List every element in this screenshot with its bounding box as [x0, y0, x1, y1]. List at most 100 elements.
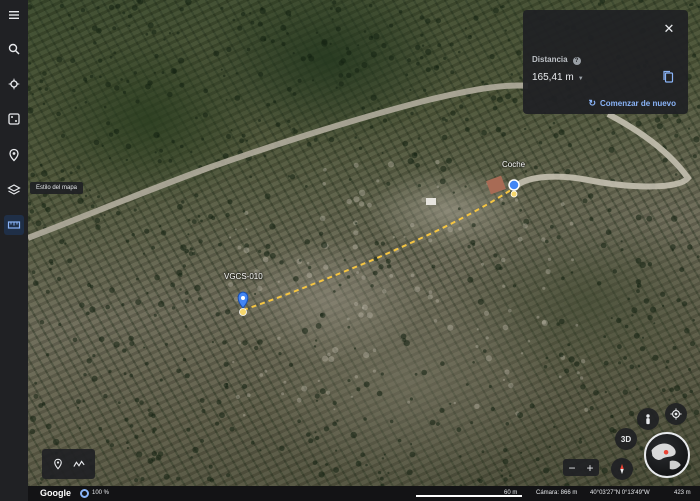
tree-dot: [682, 301, 688, 307]
zoom-out-button[interactable]: −: [568, 461, 575, 475]
globe-minimap[interactable]: [644, 432, 690, 478]
tree-dot: [67, 13, 71, 17]
tree-dot: [201, 137, 205, 141]
tree-dot: [423, 88, 427, 92]
tree-dot: [597, 2, 602, 6]
three-d-button[interactable]: 3D: [615, 428, 637, 450]
tree-dot: [109, 55, 113, 59]
tree-dot: [90, 204, 95, 209]
tree-dot: [647, 262, 653, 267]
add-placemark-button[interactable]: [51, 457, 65, 471]
tree-dot: [636, 289, 640, 294]
restart-icon: ↻: [588, 98, 596, 108]
tree-dot: [315, 339, 318, 342]
search-button[interactable]: [4, 39, 24, 59]
feeling-lucky-button[interactable]: [4, 109, 24, 129]
tree-dot: [129, 373, 133, 378]
help-icon[interactable]: ?: [572, 57, 581, 65]
tree-dot: [126, 441, 129, 445]
voyager-button[interactable]: [4, 74, 24, 94]
tree-dot: [402, 140, 409, 147]
tree-dot: [298, 259, 302, 262]
tree-dot: [687, 127, 691, 130]
start-over-button[interactable]: ↻ Comenzar de nuevo: [588, 98, 676, 109]
tree-dot: [220, 6, 224, 10]
building: [426, 198, 436, 205]
tree-dot: [512, 97, 518, 104]
tree-dot: [353, 162, 359, 168]
tree-dot: [147, 458, 154, 464]
tree-dot: [413, 152, 418, 157]
tree-dot: [112, 26, 117, 31]
tree-dot: [176, 368, 181, 374]
zoom-in-button[interactable]: +: [586, 461, 593, 475]
tree-dot: [536, 315, 540, 319]
tree-dot: [228, 282, 234, 288]
start-marker[interactable]: [237, 291, 249, 316]
tree-dot: [400, 333, 407, 340]
tree-dot: [421, 44, 425, 47]
projects-button[interactable]: [4, 145, 24, 165]
tree-dot: [297, 419, 301, 424]
tree-dot: [28, 216, 31, 222]
distance-value[interactable]: 165,41 m ▼: [532, 72, 584, 83]
tree-dot: [244, 211, 249, 215]
draw-path-button[interactable]: [72, 457, 86, 471]
tree-dot: [86, 311, 90, 316]
tree-dot: [225, 212, 230, 218]
tree-dot: [440, 165, 447, 172]
status-bar: Google 100 % 60 m Cámara: 866 m 40°03'27…: [28, 486, 700, 501]
end-marker[interactable]: [508, 179, 520, 198]
menu-button[interactable]: [4, 5, 24, 25]
tree-dot: [372, 369, 376, 373]
globe-icon: [651, 443, 681, 470]
tree-dot: [319, 388, 326, 395]
building: [486, 175, 506, 195]
compass-button[interactable]: [611, 458, 633, 480]
tree-dot: [355, 460, 362, 467]
tree-dot: [666, 360, 670, 364]
tree-dot: [242, 340, 248, 346]
tree-dot: [508, 308, 512, 313]
tree-dot: [218, 242, 222, 247]
tree-dot: [269, 223, 276, 230]
tree-dot: [366, 312, 373, 319]
camera-altitude: Cámara: 866 m: [536, 490, 578, 496]
tree-dot: [441, 117, 446, 121]
tree-dot: [485, 336, 489, 340]
tree-dot: [83, 373, 87, 377]
copy-icon[interactable]: [662, 70, 674, 84]
voyager-icon: [8, 78, 20, 90]
map-style-button[interactable]: [4, 180, 24, 200]
pegman-button[interactable]: [637, 408, 659, 430]
measure-button[interactable]: [4, 215, 24, 235]
drawing-tools: [42, 449, 95, 479]
start-label: VGCS-010: [224, 272, 263, 281]
tree-dot: [91, 375, 98, 382]
tree-dot: [380, 241, 385, 246]
tree-dot: [692, 53, 697, 58]
tree-dot: [60, 133, 66, 138]
tree-dot: [273, 100, 277, 104]
tree-dot: [425, 48, 432, 56]
tree-dot: [70, 58, 75, 64]
tree-dot: [308, 438, 314, 444]
tree-dot: [386, 181, 391, 186]
unit-dropdown-icon[interactable]: ▼: [578, 76, 584, 82]
tree-dot: [406, 469, 413, 476]
tree-dot: [469, 35, 472, 38]
tree-dot: [338, 73, 344, 78]
tree-dot: [601, 467, 608, 474]
tree-dot: [195, 116, 198, 120]
tree-dot: [421, 197, 427, 203]
tree-dot: [568, 356, 575, 363]
tree-dot: [304, 185, 308, 188]
tree-dot: [535, 457, 540, 462]
tree-dot: [628, 410, 635, 417]
my-location-button[interactable]: [665, 403, 687, 425]
tree-dot: [483, 349, 487, 353]
tree-dot: [639, 457, 643, 461]
close-button[interactable]: ✕: [662, 22, 676, 36]
tree-dot: [201, 409, 206, 413]
tree-dot: [369, 125, 373, 129]
